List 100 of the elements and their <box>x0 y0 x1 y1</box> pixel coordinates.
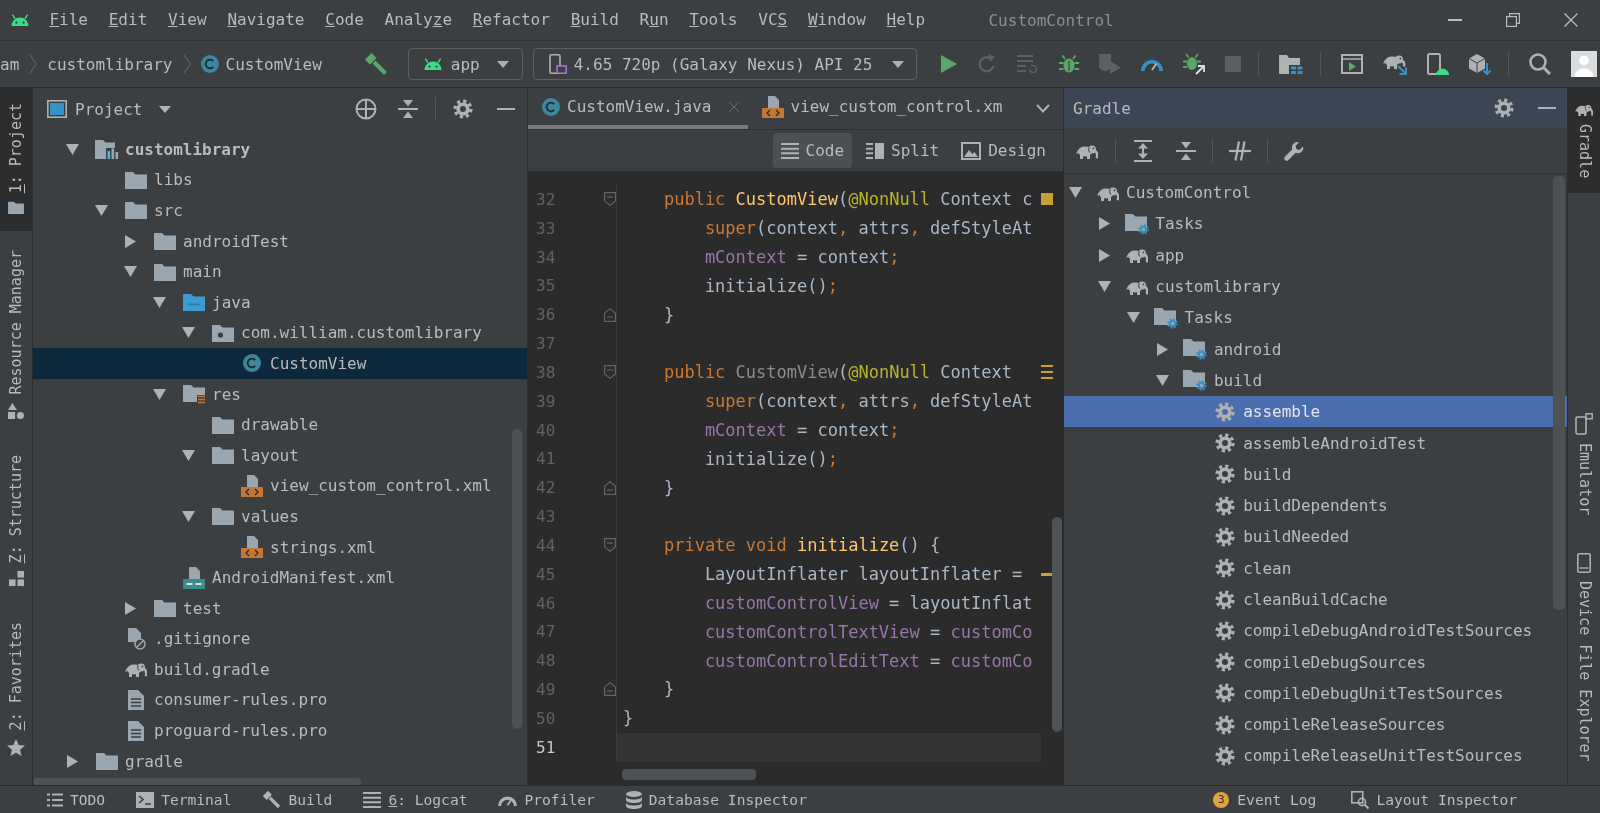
menu-item[interactable]: Window <box>797 0 877 40</box>
menu-item[interactable]: File <box>39 0 99 40</box>
menu-item[interactable]: Build <box>560 0 630 40</box>
tree-item[interactable]: consumer-rules.pro <box>33 684 527 716</box>
close-icon[interactable] <box>1564 13 1578 27</box>
scrollbar-thumb[interactable] <box>1052 517 1062 732</box>
restore-icon[interactable] <box>1506 13 1520 27</box>
triangle-right-icon[interactable] <box>1098 248 1110 262</box>
expand-all-icon[interactable] <box>1133 139 1153 162</box>
scrollbar-thumb[interactable] <box>622 769 756 780</box>
triangle-down-icon[interactable] <box>181 449 195 461</box>
screen-play-icon[interactable] <box>1341 54 1364 74</box>
view-mode-button[interactable]: Code <box>772 133 853 168</box>
view-mode-button[interactable]: Design <box>953 133 1054 168</box>
tree-item[interactable]: assemble <box>1064 396 1567 428</box>
triangle-down-icon[interactable] <box>1156 374 1170 386</box>
tree-item[interactable]: res <box>33 378 527 410</box>
device-dropdown[interactable]: 4.65 720p (Galaxy Nexus) API 25 <box>532 48 918 80</box>
play-icon[interactable] <box>941 55 958 73</box>
menu-item[interactable]: Edit <box>98 0 158 40</box>
triangle-down-icon[interactable] <box>123 266 137 278</box>
tool-window-tab[interactable]: Resource Manager <box>0 235 32 436</box>
minimize-icon[interactable] <box>497 107 515 111</box>
tree-item[interactable]: com.william.customlibrary <box>33 317 527 349</box>
tree-item[interactable]: compileDebugUnitTestSources <box>1064 677 1567 710</box>
breadcrumb[interactable]: CustomView <box>200 54 322 74</box>
triangle-down-icon[interactable] <box>181 327 195 339</box>
tool-window-tab[interactable]: Device File Explorer <box>1568 538 1600 777</box>
scrollbar-thumb[interactable] <box>33 778 361 785</box>
menu-item[interactable]: Navigate <box>217 0 315 40</box>
tree-item[interactable]: assembleAndroidTest <box>1064 427 1567 459</box>
collapse-all-icon[interactable] <box>1176 140 1196 161</box>
tool-window-button[interactable]: 6: Logcat <box>355 786 476 813</box>
editor-tab[interactable]: view_custom_control.xm <box>747 88 1012 129</box>
menu-item[interactable]: View <box>157 0 217 40</box>
chevron-down-icon[interactable] <box>1036 104 1050 113</box>
tree-item[interactable]: AndroidManifest.xml <box>33 562 527 593</box>
wrench-icon[interactable] <box>1284 140 1304 161</box>
settings-icon[interactable] <box>453 99 473 119</box>
run-configuration-dropdown[interactable]: app <box>407 48 523 80</box>
triangle-right-icon[interactable] <box>124 234 136 248</box>
triangle-right-icon[interactable] <box>1157 342 1169 356</box>
tool-window-button[interactable]: TODO <box>39 786 114 813</box>
slashes-icon[interactable] <box>1229 140 1251 161</box>
tree-item[interactable]: values <box>33 501 527 532</box>
tree-item[interactable]: build <box>1064 458 1567 490</box>
tree-item[interactable]: android <box>1064 333 1567 365</box>
triangle-down-icon[interactable] <box>152 296 166 308</box>
menu-item[interactable]: Analyze <box>374 0 463 40</box>
tree-item[interactable]: drawable <box>33 409 527 440</box>
tree-item[interactable]: libs <box>33 164 527 196</box>
triangle-down-icon[interactable] <box>181 510 195 522</box>
tree-item[interactable]: gradle <box>33 745 527 777</box>
triangle-down-icon[interactable] <box>65 143 79 155</box>
tree-item[interactable]: build.gradle <box>33 654 527 685</box>
triangle-down-icon[interactable] <box>1068 187 1082 199</box>
crosshair-icon[interactable] <box>355 98 377 120</box>
fold-start-icon[interactable] <box>604 192 616 207</box>
triangle-right-icon[interactable] <box>1098 217 1110 231</box>
scrollbar-thumb[interactable] <box>1553 176 1565 610</box>
tool-window-button[interactable]: Profiler <box>490 786 603 813</box>
settings-icon[interactable] <box>1494 98 1514 118</box>
tool-window-button[interactable]: Database Inspector <box>617 786 815 813</box>
tree-item[interactable]: cleanBuildCache <box>1064 583 1567 616</box>
tool-window-button[interactable]: Build <box>254 786 341 813</box>
tree-item[interactable]: compileDebugSources <box>1064 646 1567 678</box>
menu-item[interactable]: Help <box>876 0 936 40</box>
layout-inspector-button[interactable]: Layout Inspector <box>1343 786 1525 813</box>
minimize-icon[interactable] <box>1538 106 1556 110</box>
tree-item[interactable]: app <box>1064 239 1567 271</box>
tree-item[interactable]: main <box>33 256 527 287</box>
collapse-all-icon[interactable] <box>398 99 418 119</box>
search-icon[interactable] <box>1529 53 1552 75</box>
folder-grid-icon[interactable] <box>1279 54 1304 74</box>
menu-item[interactable]: Code <box>314 0 375 40</box>
bug-icon[interactable] <box>1059 54 1080 74</box>
tree-item[interactable]: buildNeeded <box>1064 521 1567 553</box>
tree-item[interactable]: build <box>1064 364 1567 397</box>
tree-item[interactable]: test <box>33 592 527 624</box>
tree-item[interactable]: compileReleaseUnitTestSources <box>1064 740 1567 772</box>
tree-item[interactable]: Tasks <box>1064 302 1567 334</box>
tool-window-tab[interactable]: 1: Project <box>0 88 32 232</box>
tree-item[interactable]: customlibrary <box>1064 270 1567 303</box>
triangle-down-icon[interactable] <box>1097 281 1111 293</box>
event-log-button[interactable]: 3 Event Log <box>1205 786 1325 813</box>
tool-window-tab[interactable]: Z: Structure <box>0 439 32 604</box>
tool-window-tab[interactable]: Emulator <box>1568 398 1600 531</box>
tree-item[interactable]: Tasks <box>1064 208 1567 240</box>
menu-item[interactable]: Tools <box>678 0 748 40</box>
triangle-right-icon[interactable] <box>124 601 136 615</box>
tree-item[interactable]: compileDebugAndroidTestSources <box>1064 615 1567 647</box>
triangle-down-icon[interactable] <box>152 388 166 400</box>
tree-item[interactable]: proguard-rules.pro <box>33 715 527 746</box>
elephant-sync-icon[interactable] <box>1383 53 1408 75</box>
tree-item[interactable]: java <box>33 286 527 318</box>
tree-item[interactable]: strings.xml <box>33 531 527 563</box>
gauge-icon[interactable] <box>1141 57 1164 71</box>
breadcrumb[interactable]: am <box>0 54 20 74</box>
tree-item[interactable]: compileReleaseSources <box>1064 709 1567 741</box>
menu-item[interactable]: VCS <box>747 0 798 40</box>
